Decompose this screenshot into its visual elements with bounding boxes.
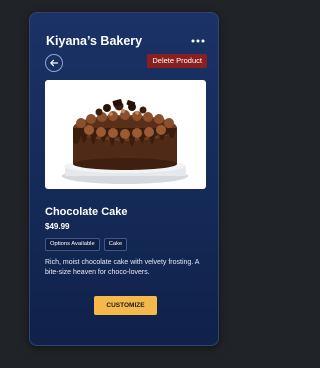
chocolate-cake-image: [62, 99, 188, 184]
delete-product-button[interactable]: Delete Product: [147, 54, 207, 68]
product-name: Chocolate Cake: [45, 206, 128, 218]
tag-options-available: Options Available: [45, 238, 100, 251]
tag-cake: Cake: [103, 238, 128, 251]
app-title: Kiyana’s Bakery: [46, 34, 143, 48]
product-description: Rich, moist chocolate cake with velvety …: [45, 259, 200, 276]
product-price: $49.99: [45, 222, 70, 231]
more-options-icon[interactable]: [190, 33, 206, 49]
header: Kiyana’s Bakery: [46, 33, 206, 49]
back-button[interactable]: [45, 54, 63, 72]
tag-list: Options Available Cake: [45, 238, 128, 251]
product-card: Kiyana’s Bakery Delete Product Chocolate…: [29, 12, 219, 346]
customize-button[interactable]: CUSTOMIZE: [94, 296, 157, 315]
product-image: [45, 80, 206, 189]
arrow-left-icon: [50, 59, 59, 67]
